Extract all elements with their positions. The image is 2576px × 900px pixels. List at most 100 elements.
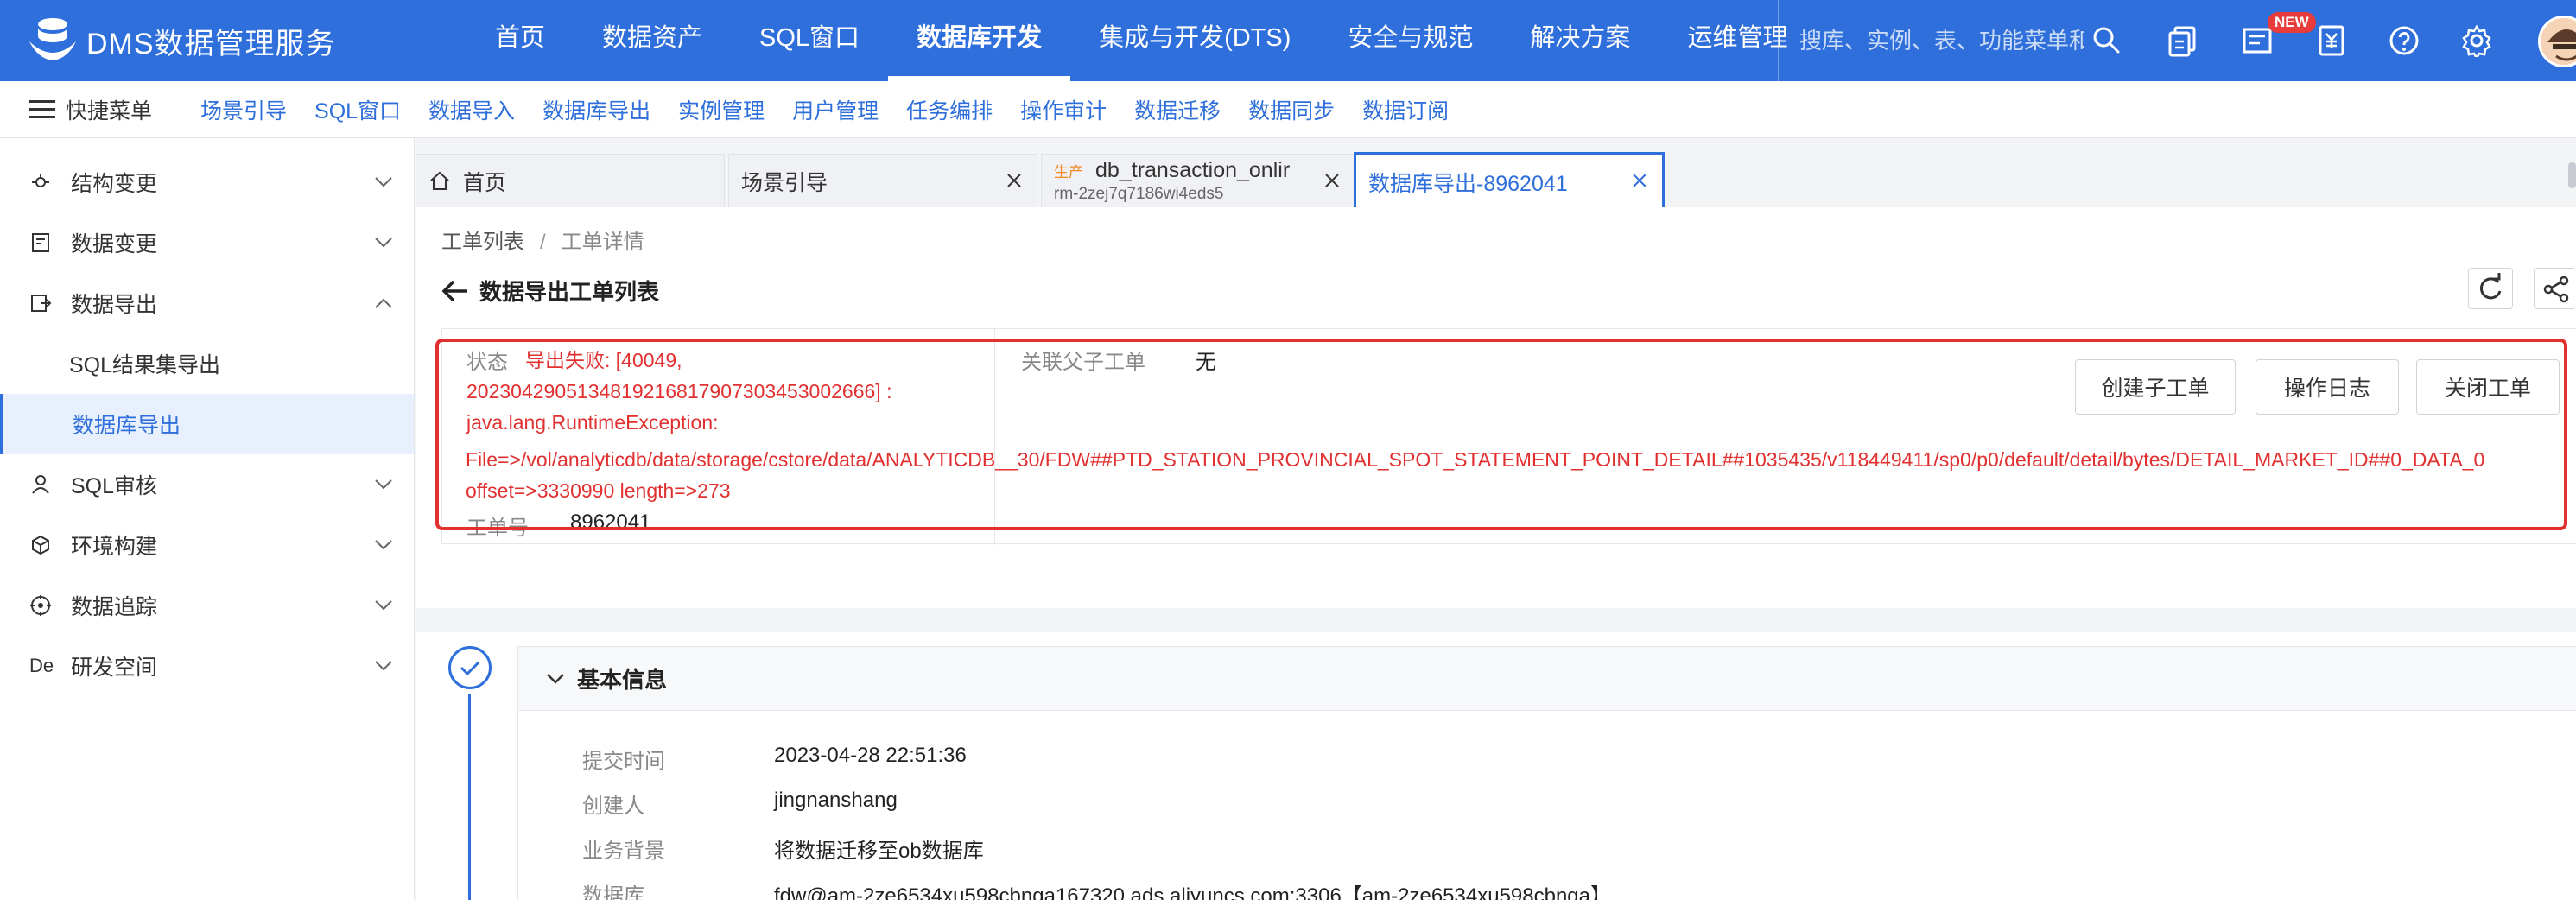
nav-db-dev[interactable]: 数据库开发: [888, 0, 1071, 81]
nav-data-assets[interactable]: 数据资产: [574, 0, 731, 81]
operation-log-button[interactable]: 操作日志: [2256, 359, 2399, 415]
target-icon: [30, 595, 51, 616]
nav-sql-window[interactable]: SQL窗口: [731, 0, 888, 81]
copy-document-icon[interactable]: [2167, 24, 2199, 57]
sidebar-sub-db-export[interactable]: 数据库导出: [0, 394, 414, 454]
quick-item-users[interactable]: 用户管理: [792, 94, 879, 125]
sidebar-item-data-tracking[interactable]: 数据追踪: [0, 575, 414, 636]
sidebar-item-dev-space[interactable]: De 研发空间: [0, 636, 414, 696]
quick-item-scenario[interactable]: 场景引导: [200, 94, 287, 125]
share-button[interactable]: [2534, 268, 2576, 309]
breadcrumb: 工单列表 / 工单详情: [441, 225, 644, 255]
tab-scenario[interactable]: 场景引导: [728, 154, 1037, 207]
sidebar-item-env-build[interactable]: 环境构建: [0, 515, 414, 575]
sidebar-sub-sql-result-export[interactable]: SQL结果集导出: [0, 333, 414, 394]
sidebar-item-label: 环境构建: [71, 535, 158, 559]
chevron-down-icon: [547, 673, 564, 684]
quick-item-tasks[interactable]: 任务编排: [906, 94, 993, 125]
tab-bar: 首页 场景引导 生产 db_transaction_onlir rm-2zej7…: [416, 138, 2576, 209]
quick-item-sql-window[interactable]: SQL窗口: [314, 94, 401, 125]
cube-icon: [32, 535, 49, 555]
info-value: fdw@am-2ze6534xu598cbnga167320.ads.aliyu…: [774, 884, 1611, 900]
status-message-line: java.lang.RuntimeException:: [466, 411, 719, 434]
quick-item-subscribe[interactable]: 数据订阅: [1362, 94, 1449, 125]
quick-item-instance[interactable]: 实例管理: [678, 94, 765, 125]
task-inbox-icon[interactable]: [2241, 24, 2274, 57]
close-icon[interactable]: [1323, 172, 1341, 189]
new-badge: NEW: [2268, 12, 2316, 33]
create-subticket-button[interactable]: 创建子工单: [2075, 359, 2236, 415]
de-icon: De: [29, 655, 54, 676]
close-icon[interactable]: [1631, 172, 1648, 189]
nav-home[interactable]: 首页: [466, 0, 574, 81]
main-nav: 首页 数据资产 SQL窗口 数据库开发 集成与开发(DTS) 安全与规范 解决方…: [466, 0, 1816, 81]
arrow-left-icon[interactable]: [441, 279, 469, 303]
help-icon[interactable]: [2388, 24, 2421, 57]
hamburger-icon: [29, 99, 55, 119]
info-key: 数据库: [582, 884, 644, 900]
sidebar-item-label: 数据追踪: [71, 595, 158, 619]
status-message-offset: offset=>3330990 length=>273: [466, 479, 731, 502]
quick-item-audit[interactable]: 操作审计: [1020, 94, 1107, 125]
billing-icon[interactable]: [2315, 24, 2348, 57]
sidebar-item-label: 结构变更: [71, 172, 158, 196]
sidebar-item-data-export[interactable]: 数据导出: [0, 273, 414, 333]
chevron-down-icon[interactable]: [374, 237, 393, 249]
chevron-down-icon[interactable]: [374, 660, 393, 672]
close-ticket-button[interactable]: 关闭工单: [2416, 359, 2560, 415]
breadcrumb-root[interactable]: 工单列表: [441, 231, 524, 254]
chevron-down-icon[interactable]: [374, 599, 393, 612]
search-input[interactable]: [1799, 27, 2084, 54]
info-value: 2023-04-28 22:51:36: [774, 744, 967, 767]
sidebar: 结构变更 数据变更 数据导出 SQL结果集导出 数据库导出 SQL审核 环境构建…: [0, 138, 415, 900]
tab-db-export-ticket[interactable]: 数据库导出-8962041: [1354, 152, 1665, 209]
refresh-button[interactable]: [2468, 268, 2513, 309]
sidebar-item-sql-audit[interactable]: SQL审核: [0, 454, 414, 515]
home-icon: [430, 171, 449, 190]
logo[interactable]: DMS数据管理服务: [26, 16, 336, 66]
sidebar-item-label: 数据变更: [71, 232, 158, 257]
basic-info-section: 基本信息 提交时间 2023-04-28 22:51:36 创建人 jingna…: [517, 646, 2576, 900]
data-change-icon: [32, 233, 49, 252]
info-value: 将数据迁移至ob数据库: [774, 840, 984, 863]
tab-label: db_transaction_onlir: [1095, 158, 1291, 182]
quick-item-migration[interactable]: 数据迁移: [1134, 94, 1221, 125]
tab-home[interactable]: 首页: [416, 154, 725, 207]
basic-info-header[interactable]: 基本信息: [518, 647, 2576, 711]
database-logo-icon: [26, 16, 79, 66]
quick-item-sync[interactable]: 数据同步: [1248, 94, 1335, 125]
basic-info-title: 基本信息: [577, 667, 668, 693]
nav-solutions[interactable]: 解决方案: [1501, 0, 1659, 81]
tab-db-transaction[interactable]: 生产 db_transaction_onlir rm-2zej7q7186wi4…: [1041, 154, 1355, 207]
quick-item-db-export[interactable]: 数据库导出: [542, 94, 650, 125]
search-icon[interactable]: [2091, 24, 2122, 55]
chevron-down-icon[interactable]: [374, 176, 393, 188]
sidebar-item-label: 数据导出: [71, 293, 158, 317]
info-key: 业务背景: [582, 840, 665, 863]
quick-menu-toggle[interactable]: 快捷菜单: [0, 94, 173, 125]
top-navbar: DMS数据管理服务 首页 数据资产 SQL窗口 数据库开发 集成与开发(DTS)…: [0, 0, 2576, 81]
chevron-down-icon[interactable]: [374, 479, 393, 491]
step-check-icon: [448, 646, 492, 689]
tab-sublabel: rm-2zej7q7186wi4eds5: [1054, 185, 1224, 203]
status-message-line: 2023042905134819216817907303453002666] :: [466, 380, 892, 402]
parent-ticket-value: 无: [1196, 351, 1216, 374]
prod-tag: 生产: [1054, 164, 1083, 181]
page-title: 数据导出工单列表: [441, 275, 659, 307]
quick-item-data-import[interactable]: 数据导入: [428, 94, 515, 125]
sidebar-item-data-change[interactable]: 数据变更: [0, 212, 414, 273]
tab-scroll-indicator[interactable]: [2568, 162, 2576, 188]
nav-dts[interactable]: 集成与开发(DTS): [1070, 0, 1319, 81]
chevron-up-icon[interactable]: [374, 297, 393, 309]
chevron-down-icon[interactable]: [374, 539, 393, 551]
quick-menu-bar: 快捷菜单 场景引导 SQL窗口 数据导入 数据库导出 实例管理 用户管理 任务编…: [0, 81, 2576, 138]
close-icon[interactable]: [1006, 172, 1023, 189]
nav-security[interactable]: 安全与规范: [1319, 0, 1501, 81]
refresh-icon: [2479, 273, 2502, 300]
breadcrumb-current: 工单详情: [561, 231, 644, 254]
ticket-number-value: 8962041: [570, 510, 651, 534]
avatar[interactable]: [2538, 16, 2576, 67]
gear-icon[interactable]: [2460, 24, 2493, 57]
sidebar-item-structure[interactable]: 结构变更: [0, 152, 414, 212]
tab-label: 场景引导: [741, 170, 828, 195]
